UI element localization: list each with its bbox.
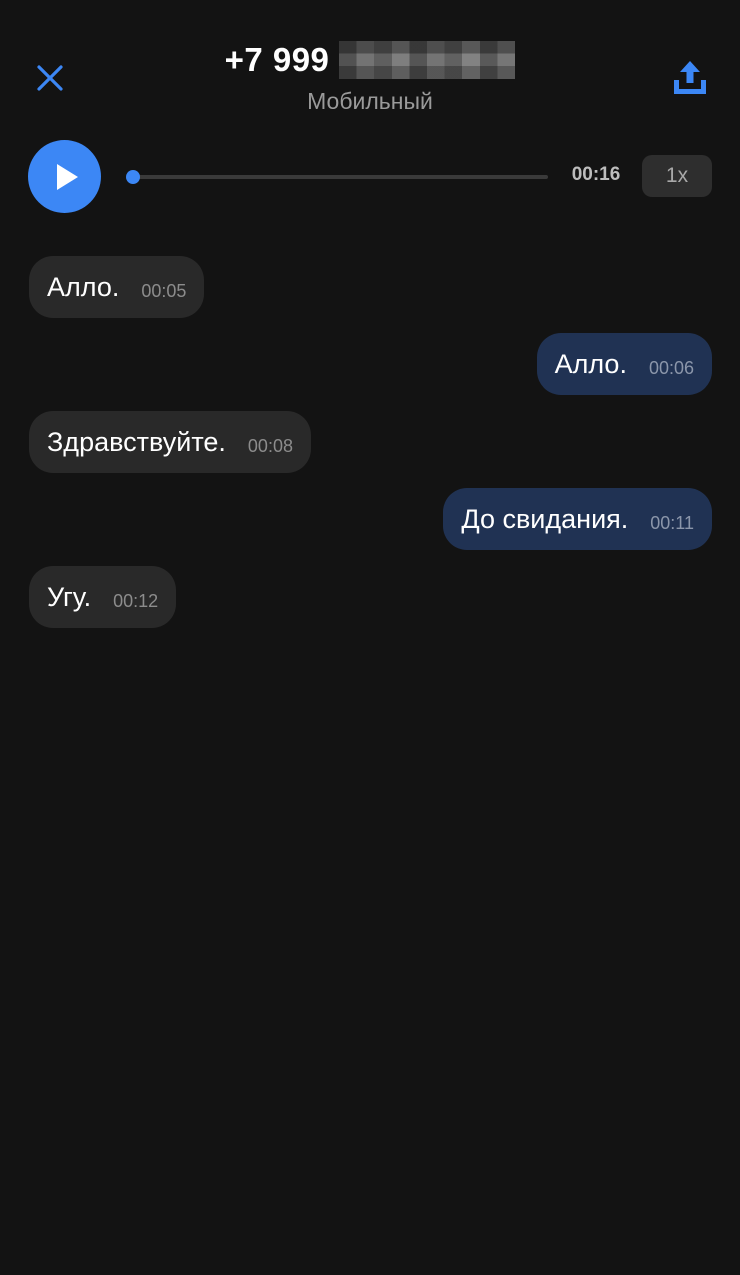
transcript-message-outgoing: До свидания. 00:11 (443, 488, 712, 550)
message-text: До свидания. (461, 503, 629, 534)
message-timestamp[interactable]: 00:08 (248, 436, 293, 457)
playback-speed-button[interactable]: 1x (642, 155, 712, 197)
message-text: Здравствуйте. (47, 426, 226, 457)
transcript-message-incoming: Здравствуйте. 00:08 (29, 411, 311, 473)
playback-seek-bar[interactable] (126, 170, 548, 184)
audio-player: 00:16 1x (0, 140, 740, 214)
message-timestamp[interactable]: 00:11 (650, 513, 694, 534)
phone-number: +7 999 (224, 41, 330, 78)
upload-share-icon (674, 61, 706, 94)
playback-thumb[interactable] (126, 170, 140, 184)
transcript-message-outgoing: Алло. 00:06 (536, 333, 712, 395)
message-timestamp[interactable]: 00:05 (141, 281, 186, 302)
message-text: Алло. (554, 348, 627, 379)
phone-type-label: Мобильный (307, 88, 433, 114)
call-title: +7 999 Мобильный (0, 38, 740, 115)
message-timestamp[interactable]: 00:06 (649, 358, 694, 379)
message-timestamp[interactable]: 00:12 (113, 591, 158, 612)
play-icon (56, 163, 78, 190)
share-button[interactable] (664, 52, 716, 104)
playback-duration: 00:16 (571, 164, 621, 185)
phone-number-row: +7 999 (225, 38, 516, 82)
message-text: Угу. (47, 581, 92, 612)
header: +7 999 Мобильный (0, 0, 740, 130)
transcript-message-incoming: Алло. 00:05 (29, 256, 205, 318)
transcript-message-incoming: Угу. 00:12 (29, 566, 177, 628)
phone-number-redacted (339, 41, 516, 79)
play-button[interactable] (28, 140, 101, 213)
message-text: Алло. (47, 271, 120, 302)
